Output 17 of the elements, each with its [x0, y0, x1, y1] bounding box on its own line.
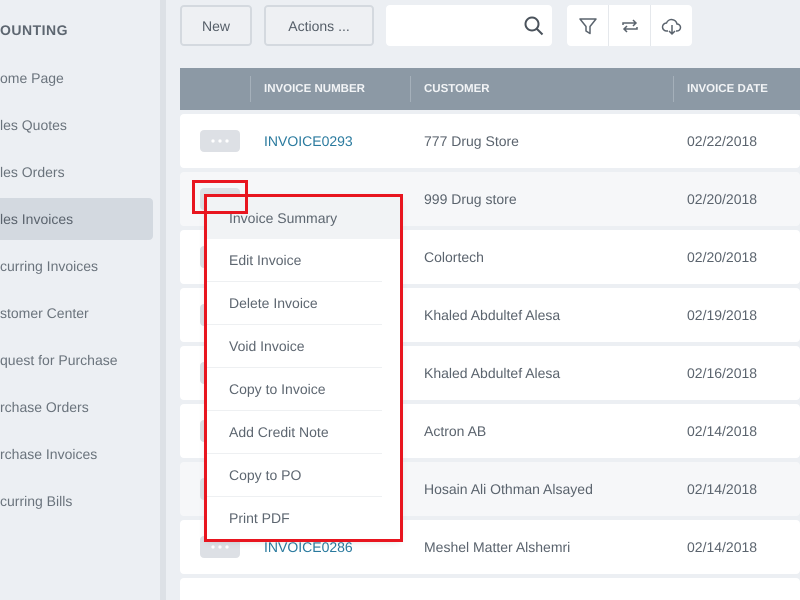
- table-cell-text: 02/14/2018: [686, 423, 758, 439]
- table-cell-text: 02/20/2018: [686, 191, 758, 207]
- table-cell-text: 02/19/2018: [686, 307, 758, 323]
- table-cell-text: 02/22/2018: [686, 133, 758, 149]
- table-cell-text: 02/14/2018: [686, 539, 758, 555]
- table-cell-text: Khaled Abdultef Alesa: [423, 365, 560, 381]
- table-cell-text: Khaled Abdultef Alesa: [423, 307, 560, 323]
- table-cell-text: 999 Drug store: [423, 191, 517, 207]
- table-cell-text: 02/16/2018: [686, 365, 758, 381]
- table-cell-text: 02/20/2018: [686, 249, 758, 265]
- table-cell-text: Hosain Ali Othman Alsayed: [423, 481, 593, 497]
- table-cell-text: Colortech: [423, 249, 484, 265]
- table-cell-text: Actron AB: [423, 423, 486, 439]
- table-cell-text: 02/14/2018: [686, 481, 758, 497]
- table-cell-text: Meshel Matter Alshemri: [423, 539, 570, 555]
- section-title: OUNTING: [0, 21, 70, 40]
- table-cell-text: 777 Drug Store: [423, 133, 519, 149]
